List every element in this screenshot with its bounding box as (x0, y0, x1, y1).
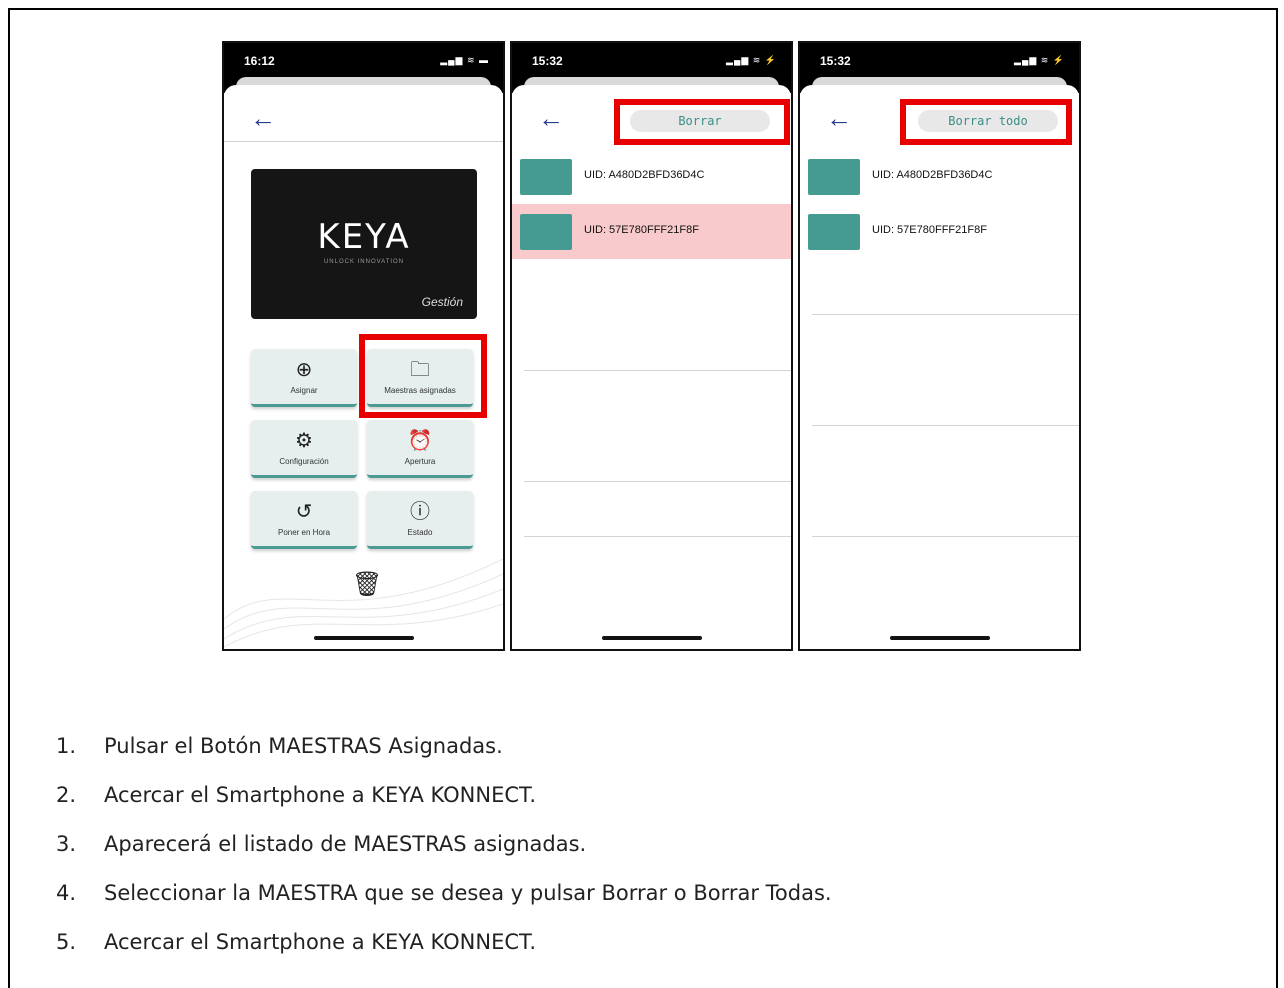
phone-screenshot-menu: 16:12 ▂▄▆ ≋ ▬ ← KEYA UNLOCK INNOVATION G… (222, 41, 505, 651)
step-text: Acercar el Smartphone a KEYA KONNECT. (104, 783, 537, 807)
back-arrow-icon[interactable]: ← (250, 105, 276, 131)
estado-label: Estado (407, 528, 433, 537)
highlight-box (900, 99, 1072, 145)
step-number: 4. (56, 881, 77, 905)
status-time: 16:12 (244, 54, 275, 68)
step-number: 3. (56, 832, 77, 856)
status-time: 15:32 (532, 54, 563, 68)
poner-en-hora-button[interactable]: ↺ Poner en Hora (251, 491, 357, 549)
step-item: 2. Acercar el Smartphone a KEYA KONNECT. (56, 771, 832, 820)
step-text: Pulsar el Botón MAESTRAS Asignadas. (104, 734, 503, 758)
list-divider (812, 536, 1079, 537)
signal-wifi-battery-icon: ▂▄▆ ≋ ⚡ (1014, 55, 1065, 65)
list-item[interactable]: UID: 57E780FFF21F8F (800, 204, 1079, 259)
instruction-steps: 1. Pulsar el Botón MAESTRAS Asignadas. 2.… (56, 722, 832, 967)
signal-wifi-battery-icon: ▂▄▆ ≋ ⚡ (726, 55, 777, 65)
status-time: 15:32 (820, 54, 851, 68)
home-indicator (889, 636, 990, 640)
step-item: 1. Pulsar el Botón MAESTRAS Asignadas. (56, 722, 832, 771)
card-caption: Gestión (421, 295, 463, 309)
step-number: 1. (56, 734, 77, 758)
list-item[interactable]: UID: A480D2BFD36D4C (512, 149, 791, 204)
list-divider (524, 536, 791, 537)
header-divider (224, 141, 503, 142)
back-arrow-icon[interactable]: ← (538, 105, 564, 131)
list-item-selected[interactable]: UID: 57E780FFF21F8F (512, 204, 791, 259)
step-number: 2. (56, 783, 77, 807)
assign-label: Asignar (290, 386, 318, 395)
keya-gestion-card: KEYA UNLOCK INNOVATION Gestión (251, 169, 477, 319)
home-indicator (601, 636, 702, 640)
step-item: 5. Acercar el Smartphone a KEYA KONNECT. (56, 918, 832, 967)
keya-tagline: UNLOCK INNOVATION (323, 259, 405, 265)
step-text: Aparecerá el listado de MAESTRAS asignad… (104, 832, 587, 856)
uid-label: UID: A480D2BFD36D4C (584, 169, 705, 181)
estado-button[interactable]: ⓘ Estado (367, 491, 473, 549)
configuracion-button[interactable]: ⚙ Configuración (251, 420, 357, 478)
apertura-button[interactable]: ⏰ Apertura (367, 420, 473, 478)
info-icon: ⓘ (410, 501, 430, 523)
list-divider (812, 314, 1079, 315)
poner-en-hora-label: Poner en Hora (277, 528, 331, 537)
signal-wifi-battery-icon: ▂▄▆ ≋ ▬ (440, 55, 489, 65)
highlight-box (614, 99, 790, 145)
assign-button[interactable]: ⊕ Asignar (251, 349, 357, 407)
apertura-label: Apertura (404, 457, 436, 466)
alarm-clock-icon: ⏰ (407, 430, 433, 452)
list-divider (524, 481, 791, 482)
trash-icon[interactable]: 🗑 (352, 570, 382, 599)
list-divider (524, 370, 791, 371)
add-user-icon: ⊕ (295, 359, 313, 381)
uid-label: UID: 57E780FFF21F8F (872, 224, 987, 236)
gear-icon: ⚙ (295, 430, 313, 452)
step-text: Acercar el Smartphone a KEYA KONNECT. (104, 930, 537, 954)
step-item: 3. Aparecerá el listado de MAESTRAS asign… (56, 820, 832, 869)
master-card-swatch (520, 159, 572, 195)
back-arrow-icon[interactable]: ← (826, 105, 852, 131)
uid-label: UID: A480D2BFD36D4C (872, 169, 993, 181)
master-card-swatch (808, 214, 860, 250)
history-icon: ↺ (295, 501, 313, 523)
master-card-swatch (808, 159, 860, 195)
step-item: 4. Seleccionar la MAESTRA que se desea y … (56, 869, 832, 918)
master-card-swatch (520, 214, 572, 250)
list-item[interactable]: UID: A480D2BFD36D4C (800, 149, 1079, 204)
home-indicator (313, 636, 414, 640)
keya-logo: KEYA (317, 217, 411, 257)
step-text: Seleccionar la MAESTRA que se desea y pu… (104, 881, 832, 905)
uid-label: UID: 57E780FFF21F8F (584, 224, 699, 236)
phone-screenshot-borrar-todo: 15:32 ▂▄▆ ≋ ⚡ ← Borrar todo UID: A480D2B… (798, 41, 1081, 651)
list-divider (812, 425, 1079, 426)
configuracion-label: Configuración (279, 457, 329, 466)
step-number: 5. (56, 930, 77, 954)
highlight-box (359, 334, 487, 418)
phone-screenshot-borrar: 15:32 ▂▄▆ ≋ ⚡ ← Borrar UID: A480D2BFD36D… (510, 41, 793, 651)
